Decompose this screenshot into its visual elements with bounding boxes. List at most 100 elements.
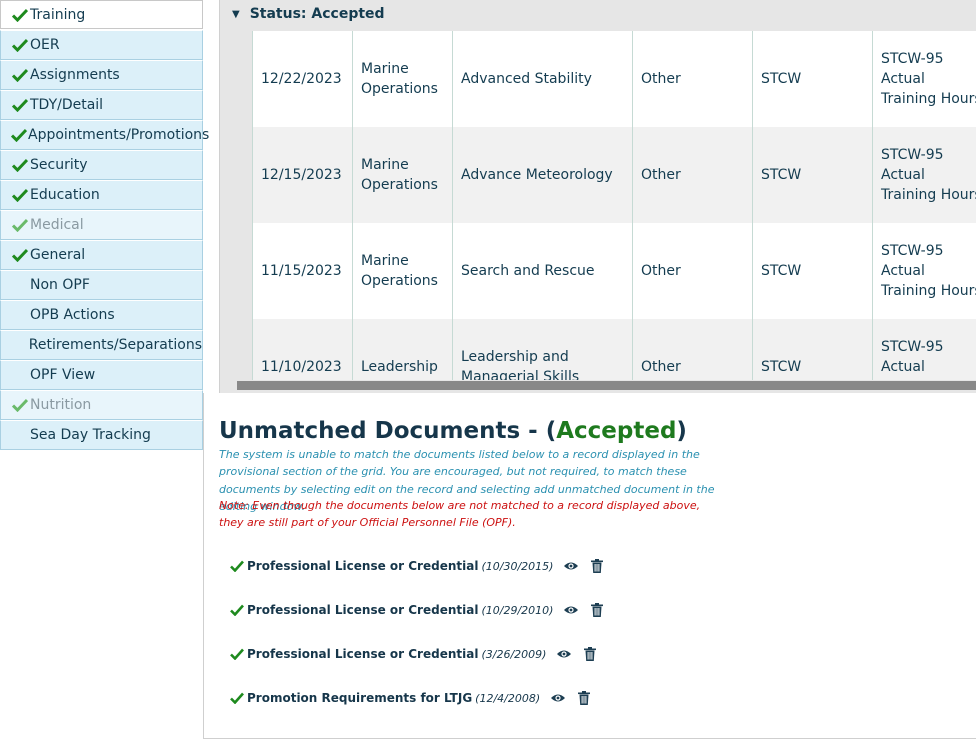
- cell-course: Advance Meteorology: [452, 127, 633, 223]
- document-date: (12/4/2008): [475, 691, 541, 705]
- cell-program: STCW: [752, 31, 873, 127]
- cell-program: STCW: [752, 127, 873, 223]
- view-eye-icon[interactable]: [550, 692, 566, 704]
- sidebar-item-opb-actions[interactable]: OPB Actions: [0, 300, 203, 330]
- sidebar-item-education[interactable]: Education: [0, 180, 203, 210]
- sidebar-item-training[interactable]: Training: [0, 0, 203, 29]
- sidebar-item-appointments-promotions[interactable]: Appointments/Promotions: [0, 120, 209, 150]
- cell-hours: STCW-95 Actual Training Hours: [872, 319, 976, 380]
- cell-date: 11/15/2023: [252, 223, 353, 319]
- unmatched-status: Accepted: [556, 418, 677, 444]
- view-eye-icon[interactable]: [563, 604, 579, 616]
- sidebar-item-label: Sea Day Tracking: [30, 427, 151, 443]
- sidebar-item-general[interactable]: General: [0, 240, 203, 270]
- delete-trash-icon[interactable]: [591, 603, 604, 617]
- cell-type: Other: [632, 319, 753, 380]
- cell-type: Other: [632, 223, 753, 319]
- cell-category: Marine Operations: [352, 31, 453, 127]
- sidebar-item-label: Non OPF: [30, 277, 90, 293]
- sidebar-item-retirements-separations[interactable]: Retirements/Separations: [0, 330, 203, 360]
- sidebar-item-security[interactable]: Security: [0, 150, 203, 180]
- status-group-header[interactable]: ▼ Status: Accepted: [232, 4, 385, 24]
- sidebar-item-sea-day-tracking[interactable]: Sea Day Tracking: [0, 420, 203, 450]
- check-icon: [11, 8, 29, 22]
- cell-course: Leadership and Managerial Skills: [452, 319, 633, 380]
- document-date: (10/29/2010): [481, 603, 554, 617]
- sidebar-item-label: Nutrition: [30, 397, 92, 413]
- cell-date: 12/15/2023: [252, 127, 353, 223]
- unmatched-note-text: Note: Even though the documents below ar…: [219, 499, 701, 530]
- sidebar-item-oer[interactable]: OER: [0, 30, 203, 60]
- document-name: Professional License or Credential: [247, 647, 479, 661]
- unmatched-title-text: Unmatched Documents - (: [219, 418, 557, 444]
- view-eye-icon[interactable]: [563, 560, 579, 572]
- sidebar-item-label: Medical: [30, 217, 84, 233]
- check-icon: [11, 98, 29, 112]
- sidebar-item-label: Training: [30, 6, 86, 23]
- sidebar-item-label: OPB Actions: [30, 307, 115, 323]
- table-row[interactable]: 12/15/2023 Marine Operations Advance Met…: [252, 127, 976, 223]
- cell-date: 11/10/2023: [252, 319, 353, 380]
- sidebar-item-label: TDY/Detail: [30, 97, 104, 113]
- check-icon: [11, 248, 29, 262]
- list-item: Professional License or Credential (10/3…: [230, 559, 604, 573]
- cell-hours: STCW-95 Actual Training Hours: [872, 127, 976, 223]
- check-icon: [230, 692, 247, 704]
- sidebar-item-opf-view[interactable]: OPF View: [0, 360, 203, 390]
- check-icon: [11, 398, 29, 412]
- status-group-label: Status: Accepted: [249, 6, 385, 22]
- check-icon: [230, 604, 247, 616]
- table-row[interactable]: 11/10/2023 Leadership Leadership and Man…: [252, 319, 976, 380]
- document-name: Professional License or Credential: [247, 603, 479, 617]
- cell-program: STCW: [752, 223, 873, 319]
- unmatched-documents-title: Unmatched Documents - (Accepted): [219, 418, 687, 444]
- sidebar-item-assignments[interactable]: Assignments: [0, 60, 203, 90]
- sidebar-item-non-opf[interactable]: Non OPF: [0, 270, 203, 300]
- list-item: Professional License or Credential (3/26…: [230, 647, 597, 661]
- cell-hours: STCW-95 Actual Training Hours: [872, 223, 976, 319]
- cell-program: STCW: [752, 319, 873, 380]
- cell-category: Marine Operations: [352, 223, 453, 319]
- sidebar-item-medical[interactable]: Medical: [0, 210, 203, 240]
- cell-hours: STCW-95 Actual Training Hours: [872, 31, 976, 127]
- view-eye-icon[interactable]: [556, 648, 572, 660]
- check-icon: [11, 68, 29, 82]
- collapse-triangle-icon[interactable]: ▼: [232, 9, 240, 20]
- check-icon: [230, 648, 247, 660]
- document-date: (10/30/2015): [481, 559, 554, 573]
- sidebar-item-label: Appointments/Promotions: [28, 127, 210, 143]
- cell-category: Marine Operations: [352, 127, 453, 223]
- sidebar-item-label: General: [30, 247, 86, 263]
- list-item: Promotion Requirements for LTJG (12/4/20…: [230, 691, 591, 705]
- sidebar-item-nutrition[interactable]: Nutrition: [0, 390, 203, 420]
- table-row[interactable]: 12/22/2023 Marine Operations Advanced St…: [252, 31, 976, 127]
- check-icon: [11, 158, 29, 172]
- cell-type: Other: [632, 127, 753, 223]
- sidebar-item-tdy-detail[interactable]: TDY/Detail: [0, 90, 203, 120]
- horizontal-scrollbar[interactable]: [237, 381, 976, 390]
- delete-trash-icon[interactable]: [591, 559, 604, 573]
- cell-type: Other: [632, 31, 753, 127]
- list-item: Professional License or Credential (10/2…: [230, 603, 604, 617]
- cell-course: Search and Rescue: [452, 223, 633, 319]
- sidebar-item-label: Assignments: [30, 67, 120, 83]
- sidebar-nav: Training OER Assignments TDY/Detail Appo…: [0, 0, 209, 450]
- cell-date: 12/22/2023: [252, 31, 353, 127]
- unmatched-title-close: ): [676, 418, 687, 444]
- delete-trash-icon[interactable]: [584, 647, 597, 661]
- document-date: (3/26/2009): [481, 647, 547, 661]
- sidebar-item-label: Education: [30, 187, 100, 203]
- delete-trash-icon[interactable]: [578, 691, 591, 705]
- check-icon: [11, 38, 29, 52]
- sidebar-item-label: Retirements/Separations: [28, 337, 202, 353]
- sidebar-item-label: Security: [30, 157, 88, 173]
- table-row[interactable]: 11/15/2023 Marine Operations Search and …: [252, 223, 976, 319]
- check-icon: [11, 188, 29, 202]
- cell-course: Advanced Stability: [452, 31, 633, 127]
- check-icon: [11, 218, 29, 232]
- cell-category: Leadership: [352, 319, 453, 380]
- check-icon: [11, 128, 27, 142]
- document-name: Professional License or Credential: [247, 559, 479, 573]
- training-grid: 12/22/2023 Marine Operations Advanced St…: [252, 31, 976, 380]
- document-name: Promotion Requirements for LTJG: [247, 691, 473, 705]
